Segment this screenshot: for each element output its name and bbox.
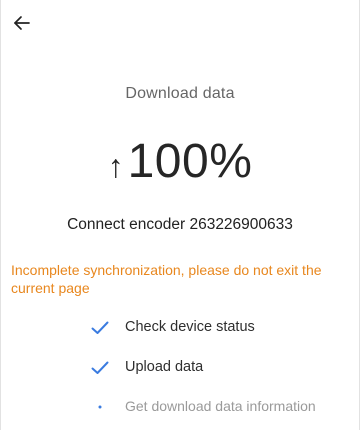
step-label: Upload data bbox=[125, 359, 204, 375]
step-get-download-info: Get download data information bbox=[89, 398, 329, 416]
back-button[interactable] bbox=[7, 8, 37, 38]
download-data-screen: Download data ↑ 100% Connect encoder 263… bbox=[0, 0, 360, 430]
device-connection-label: Connect encoder 263226900633 bbox=[67, 216, 293, 233]
arrow-left-icon bbox=[14, 16, 30, 30]
check-icon bbox=[89, 319, 111, 337]
progress-percent: 100% bbox=[127, 134, 253, 188]
dot-icon bbox=[89, 398, 111, 416]
check-icon bbox=[89, 359, 111, 377]
upload-arrow-icon: ↑ bbox=[107, 148, 124, 184]
step-label: Check device status bbox=[125, 319, 255, 335]
step-check-device-status: Check device status bbox=[89, 319, 329, 337]
progress-indicator: ↑ 100% bbox=[1, 126, 359, 196]
step-upload-data: Upload data bbox=[89, 359, 329, 377]
step-label: Get download data information bbox=[125, 398, 316, 414]
page-title: Download data bbox=[125, 85, 235, 102]
top-bar bbox=[1, 0, 359, 48]
sync-warning-message: Incomplete synchronization, please do no… bbox=[11, 262, 322, 296]
